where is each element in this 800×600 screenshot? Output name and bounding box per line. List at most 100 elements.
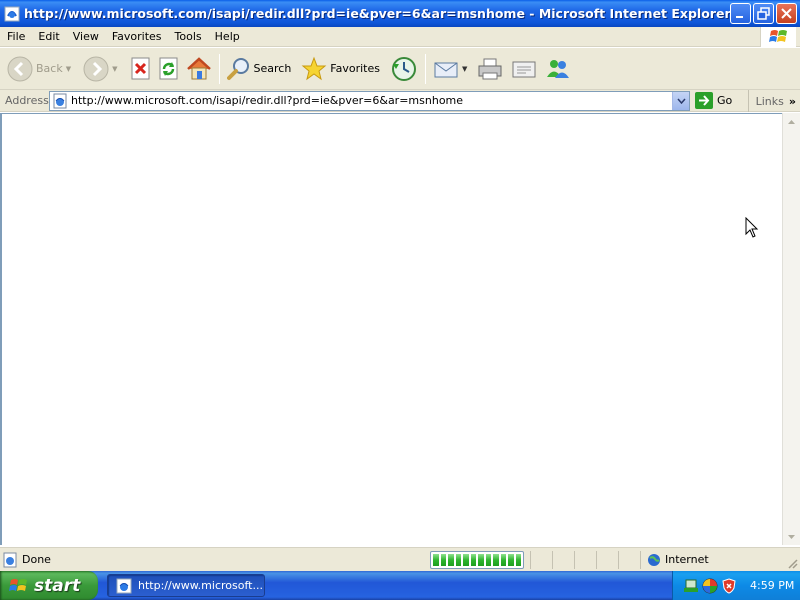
favorites-label: Favorites <box>330 62 380 75</box>
vertical-scrollbar[interactable] <box>782 113 800 545</box>
ie-icon <box>4 6 20 21</box>
restore-button[interactable] <box>753 3 774 24</box>
chevron-down-icon <box>676 98 686 104</box>
security-center-icon[interactable] <box>702 578 718 594</box>
progress-block <box>440 553 446 566</box>
address-bar: Address Go Links » <box>0 90 800 112</box>
page-content[interactable] <box>0 113 782 545</box>
progress-block <box>433 553 439 566</box>
favorites-star-icon <box>301 56 327 80</box>
progress-block <box>448 553 454 566</box>
restore-icon <box>757 7 770 20</box>
history-icon <box>392 56 416 81</box>
progress-block <box>515 553 521 566</box>
resize-grip-icon[interactable] <box>786 557 798 569</box>
system-tray: 4:59 PM <box>672 571 800 600</box>
printer-icon <box>478 58 502 79</box>
status-bar: Done Internet <box>0 547 800 571</box>
status-text-cell: Done <box>0 549 428 571</box>
scroll-down-button[interactable] <box>783 528 800 545</box>
refresh-button[interactable] <box>155 51 183 87</box>
taskbar-item-ie[interactable]: http://www.microsoft... <box>107 574 265 597</box>
go-arrow-icon <box>695 92 713 109</box>
forward-button[interactable]: ▼ <box>80 51 120 87</box>
start-button[interactable]: start <box>0 571 98 600</box>
search-icon <box>226 57 249 80</box>
search-label: Search <box>253 62 292 75</box>
status-divider <box>618 550 640 569</box>
ie-icon <box>116 578 132 593</box>
back-dropdown-icon[interactable]: ▼ <box>66 65 71 73</box>
progress-block <box>493 553 499 566</box>
taskbar: start http://www.microsoft... 4:59 PM <box>0 571 800 600</box>
stop-icon <box>131 57 149 79</box>
progress-block <box>455 553 461 566</box>
mail-icon <box>434 62 458 77</box>
menu-favorites[interactable]: Favorites <box>106 27 168 47</box>
messenger-button[interactable] <box>542 51 574 87</box>
stop-button[interactable] <box>127 51 155 87</box>
shield-icon[interactable] <box>721 577 737 594</box>
refresh-icon <box>159 57 177 79</box>
favorites-button[interactable]: Favorites <box>298 51 383 87</box>
title-bar[interactable]: http://www.microsoft.com/isapi/redir.dll… <box>0 0 800 27</box>
status-divider <box>530 550 552 569</box>
toolbar-separator <box>425 53 426 84</box>
address-dropdown-button[interactable] <box>672 91 689 110</box>
system-clock: 4:59 PM <box>750 579 795 592</box>
security-zone[interactable]: Internet <box>640 550 709 569</box>
address-input[interactable] <box>71 92 672 109</box>
back-label: Back <box>36 62 63 75</box>
page-status-icon <box>3 552 17 567</box>
page-icon <box>53 93 67 108</box>
scroll-up-button[interactable] <box>783 113 800 130</box>
progress-block <box>478 553 484 566</box>
taskbar-item-label: http://www.microsoft... <box>138 579 263 592</box>
links-toolbar[interactable]: Links » <box>747 90 800 112</box>
menu-view[interactable]: View <box>67 27 105 47</box>
windows-flag-icon <box>9 578 27 591</box>
minimize-button[interactable] <box>730 3 751 24</box>
address-field[interactable] <box>49 90 690 111</box>
address-label: Address <box>5 94 49 107</box>
home-button[interactable] <box>183 51 215 87</box>
edit-button[interactable] <box>508 51 540 87</box>
search-button[interactable]: Search <box>224 51 295 87</box>
menu-tools[interactable]: Tools <box>169 27 208 47</box>
history-button[interactable] <box>387 51 421 87</box>
zone-label: Internet <box>665 553 709 566</box>
forward-dropdown-icon[interactable]: ▼ <box>112 65 117 73</box>
status-text: Done <box>22 553 51 566</box>
menu-edit[interactable]: Edit <box>32 27 65 47</box>
network-icon[interactable] <box>683 578 699 594</box>
globe-icon <box>648 553 660 566</box>
close-icon <box>781 8 792 19</box>
menu-help[interactable]: Help <box>209 27 246 47</box>
go-label: Go <box>717 94 733 107</box>
forward-arrow-icon <box>83 56 109 81</box>
status-divider <box>574 550 596 569</box>
mail-dropdown-icon[interactable]: ▼ <box>462 65 467 73</box>
minimize-icon <box>736 16 743 18</box>
home-icon <box>186 56 211 79</box>
status-divider <box>552 550 574 569</box>
status-divider <box>596 550 618 569</box>
close-button[interactable] <box>776 3 797 24</box>
progress-block <box>485 553 491 566</box>
mouse-pointer-icon <box>745 217 759 238</box>
messenger-icon <box>547 59 570 78</box>
scroll-down-icon <box>788 534 795 539</box>
chevron-right-icon[interactable]: » <box>789 95 796 108</box>
toolbar-separator <box>218 53 220 84</box>
start-label: start <box>34 575 81 596</box>
progress-block <box>470 553 476 566</box>
links-label: Links <box>755 94 784 108</box>
back-button[interactable]: Back ▼ <box>4 51 74 87</box>
go-button[interactable]: Go <box>695 92 732 109</box>
menu-file[interactable]: File <box>1 27 31 47</box>
mail-button[interactable]: ▼ <box>430 51 470 87</box>
menu-bar: File Edit View Favorites Tools Help <box>0 27 800 47</box>
standard-toolbar: Back ▼ ▼ Search Favorites ▼ <box>0 48 800 90</box>
print-button[interactable] <box>474 51 506 87</box>
progress-bar <box>430 550 524 569</box>
